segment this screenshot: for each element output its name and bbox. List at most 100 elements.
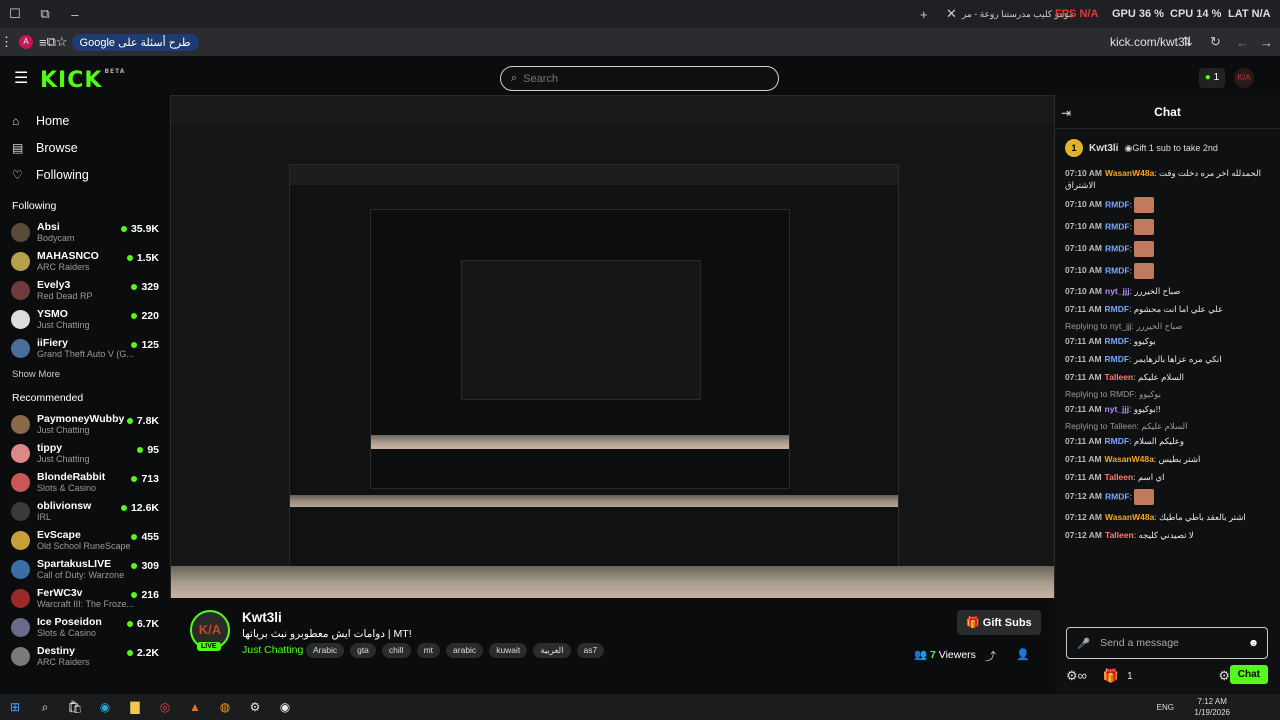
- pinned-user[interactable]: Kwt3li: [1089, 143, 1118, 154]
- message-user[interactable]: RMDF: [1105, 199, 1130, 209]
- reload-icon[interactable]: ↻: [1210, 34, 1221, 50]
- message-user[interactable]: nyt_jjj: [1105, 286, 1130, 296]
- kick-logo[interactable]: KICK BETA: [40, 68, 125, 93]
- message-text: انكي مره عزاها بالزهايمر: [1133, 354, 1222, 364]
- sidebar-channel[interactable]: Absi Bodycam 35.9K: [0, 218, 170, 247]
- gear-icon[interactable]: ⚙: [1218, 668, 1230, 684]
- message-user[interactable]: Talleen: [1105, 372, 1134, 382]
- sidebar-channel[interactable]: EvScape Old School RuneScape 455: [0, 526, 170, 555]
- tab-close-icon[interactable]: ✕: [946, 6, 957, 22]
- forward-icon[interactable]: →: [1260, 35, 1273, 50]
- reading-list-icon[interactable]: ≡: [39, 35, 47, 50]
- channel-avatar: [11, 339, 30, 358]
- system-clock[interactable]: 7:12 AM 1/19/2026: [1194, 696, 1230, 718]
- message-user[interactable]: WasanW48a: [1105, 512, 1154, 522]
- extensions-icon[interactable]: ⧉: [47, 34, 56, 50]
- chrome-icon[interactable]: ◎: [150, 697, 180, 717]
- channel-avatar: [11, 589, 30, 608]
- menu-dots-icon[interactable]: ⋮: [0, 34, 13, 50]
- store-icon[interactable]: 🛍: [60, 697, 90, 717]
- message-user[interactable]: Talleen: [1105, 472, 1134, 482]
- new-tab-icon[interactable]: +: [920, 7, 928, 22]
- minimize-icon[interactable]: –: [60, 7, 90, 22]
- emoji-icon[interactable]: ☻: [1248, 637, 1259, 649]
- tag-chip[interactable]: as7: [576, 643, 605, 658]
- collapse-chat-icon[interactable]: ⇥: [1061, 106, 1071, 120]
- show-more-link[interactable]: Show More: [0, 369, 170, 380]
- video-player[interactable]: [170, 95, 1055, 598]
- channel-game: Just Chatting: [37, 424, 90, 435]
- sub-badge: 1: [1065, 139, 1083, 157]
- tag-chip[interactable]: kuwait: [489, 643, 528, 658]
- sidebar-channel[interactable]: MAHASNCO ARC Raiders 1.5K: [0, 247, 170, 276]
- tab-actions-icon[interactable]: ⧉: [30, 6, 60, 22]
- gift-subs-button[interactable]: 🎁 Gift Subs: [957, 610, 1041, 635]
- sidebar-channel[interactable]: Evely3 Red Dead RP 329: [0, 276, 170, 305]
- sidebar-channel[interactable]: FerWC3v Warcraft III: The Froze... 216: [0, 584, 170, 613]
- follow-user-icon[interactable]: 👤: [1016, 648, 1030, 661]
- profile-icon[interactable]: A: [19, 35, 33, 49]
- notifications-button[interactable]: ● 1: [1199, 68, 1225, 88]
- bookmark-star-icon[interactable]: ☆: [56, 34, 68, 50]
- chat-input[interactable]: 🎤 Send a message ☻: [1066, 627, 1268, 659]
- search-box[interactable]: ⌕: [500, 66, 779, 91]
- sidebar-channel[interactable]: tippy Just Chatting 95: [0, 439, 170, 468]
- message-user[interactable]: RMDF: [1105, 436, 1130, 446]
- channel-name: FerWC3v: [37, 586, 83, 599]
- obs-icon[interactable]: ◉: [270, 697, 300, 717]
- channel-game: Red Dead RP: [37, 290, 93, 301]
- share-icon[interactable]: ⤴: [985, 648, 996, 664]
- chat-settings-icon[interactable]: ⚙∞: [1066, 668, 1087, 684]
- search-input[interactable]: [523, 72, 744, 85]
- mic-icon[interactable]: 🎤: [1077, 637, 1090, 650]
- tag-chip[interactable]: Arabic: [306, 643, 345, 658]
- message-user[interactable]: RMDF: [1105, 243, 1130, 253]
- message-user[interactable]: WasanW48a: [1105, 454, 1154, 464]
- nav-browse[interactable]: ▤ Browse: [0, 134, 170, 161]
- message-user[interactable]: Talleen: [1105, 530, 1134, 540]
- url-text[interactable]: kick.com/kwt3li: [1110, 35, 1190, 49]
- message-user[interactable]: WasanW48a: [1105, 168, 1154, 178]
- tag-chip[interactable]: gta: [350, 643, 376, 658]
- sidebar-channel[interactable]: SpartakusLIVE Call of Duty: Warzone 309: [0, 555, 170, 584]
- sidebar-channel[interactable]: BlondeRabbit Slots & Casino 713: [0, 468, 170, 497]
- site-settings-icon[interactable]: ⇅: [1182, 34, 1193, 50]
- message-user[interactable]: RMDF: [1105, 304, 1130, 314]
- streamer-name[interactable]: Kwt3li: [242, 610, 282, 625]
- app-icon-2[interactable]: ◍: [210, 697, 240, 717]
- message-user[interactable]: RMDF: [1105, 491, 1130, 501]
- language-indicator[interactable]: ENG: [1157, 703, 1174, 712]
- points-icon[interactable]: 🎁: [1103, 668, 1119, 684]
- nav-following[interactable]: ♡ Following: [0, 161, 170, 188]
- settings-icon[interactable]: ⚙: [240, 697, 270, 717]
- hamburger-menu-icon[interactable]: ☰: [14, 68, 28, 88]
- sidebar-channel[interactable]: Destiny ARC Raiders 2.2K: [0, 642, 170, 671]
- sidebar-channel[interactable]: iiFiery Grand Theft Auto V (G... 125: [0, 334, 170, 363]
- message-user[interactable]: RMDF: [1105, 265, 1130, 275]
- reply-context: Replying to RMDF: بوكيوو: [1065, 389, 1162, 399]
- sidebar-channel[interactable]: PaymoneyWubby Just Chatting 7.8K: [0, 410, 170, 439]
- user-avatar[interactable]: K/A: [1234, 68, 1254, 88]
- sidebar-channel[interactable]: oblivionsw IRL 12.6K: [0, 497, 170, 526]
- tag-chip[interactable]: العربية: [533, 643, 571, 658]
- edge-icon[interactable]: ◉: [90, 697, 120, 717]
- message-user[interactable]: RMDF: [1105, 336, 1130, 346]
- tag-chip[interactable]: arabic: [446, 643, 484, 658]
- back-icon[interactable]: ←: [1236, 35, 1249, 50]
- windows-start-icon[interactable]: ⊞: [0, 697, 30, 717]
- sidebar-channel[interactable]: YSMO Just Chatting 220: [0, 305, 170, 334]
- message-user[interactable]: nyt_jjj: [1105, 404, 1130, 414]
- tag-chip[interactable]: chill: [381, 643, 411, 658]
- file-explorer-icon[interactable]: ▇: [120, 697, 150, 717]
- message-user[interactable]: RMDF: [1105, 221, 1130, 231]
- message-user[interactable]: RMDF: [1105, 354, 1130, 364]
- nav-home[interactable]: ⌂ Home: [0, 107, 170, 134]
- tag-chip[interactable]: mt: [416, 643, 441, 658]
- stream-category[interactable]: Just Chatting: [242, 644, 303, 656]
- app-icon[interactable]: ▲: [180, 697, 210, 717]
- sidebar-toggle-icon[interactable]: ☐: [0, 6, 30, 22]
- search-icon[interactable]: ⌕: [30, 697, 60, 717]
- sidebar-channel[interactable]: Ice Poseidon Slots & Casino 6.7K: [0, 613, 170, 642]
- bookmark-chip[interactable]: Google طرح أسئلة على: [71, 33, 199, 51]
- send-chat-button[interactable]: Chat: [1229, 665, 1268, 684]
